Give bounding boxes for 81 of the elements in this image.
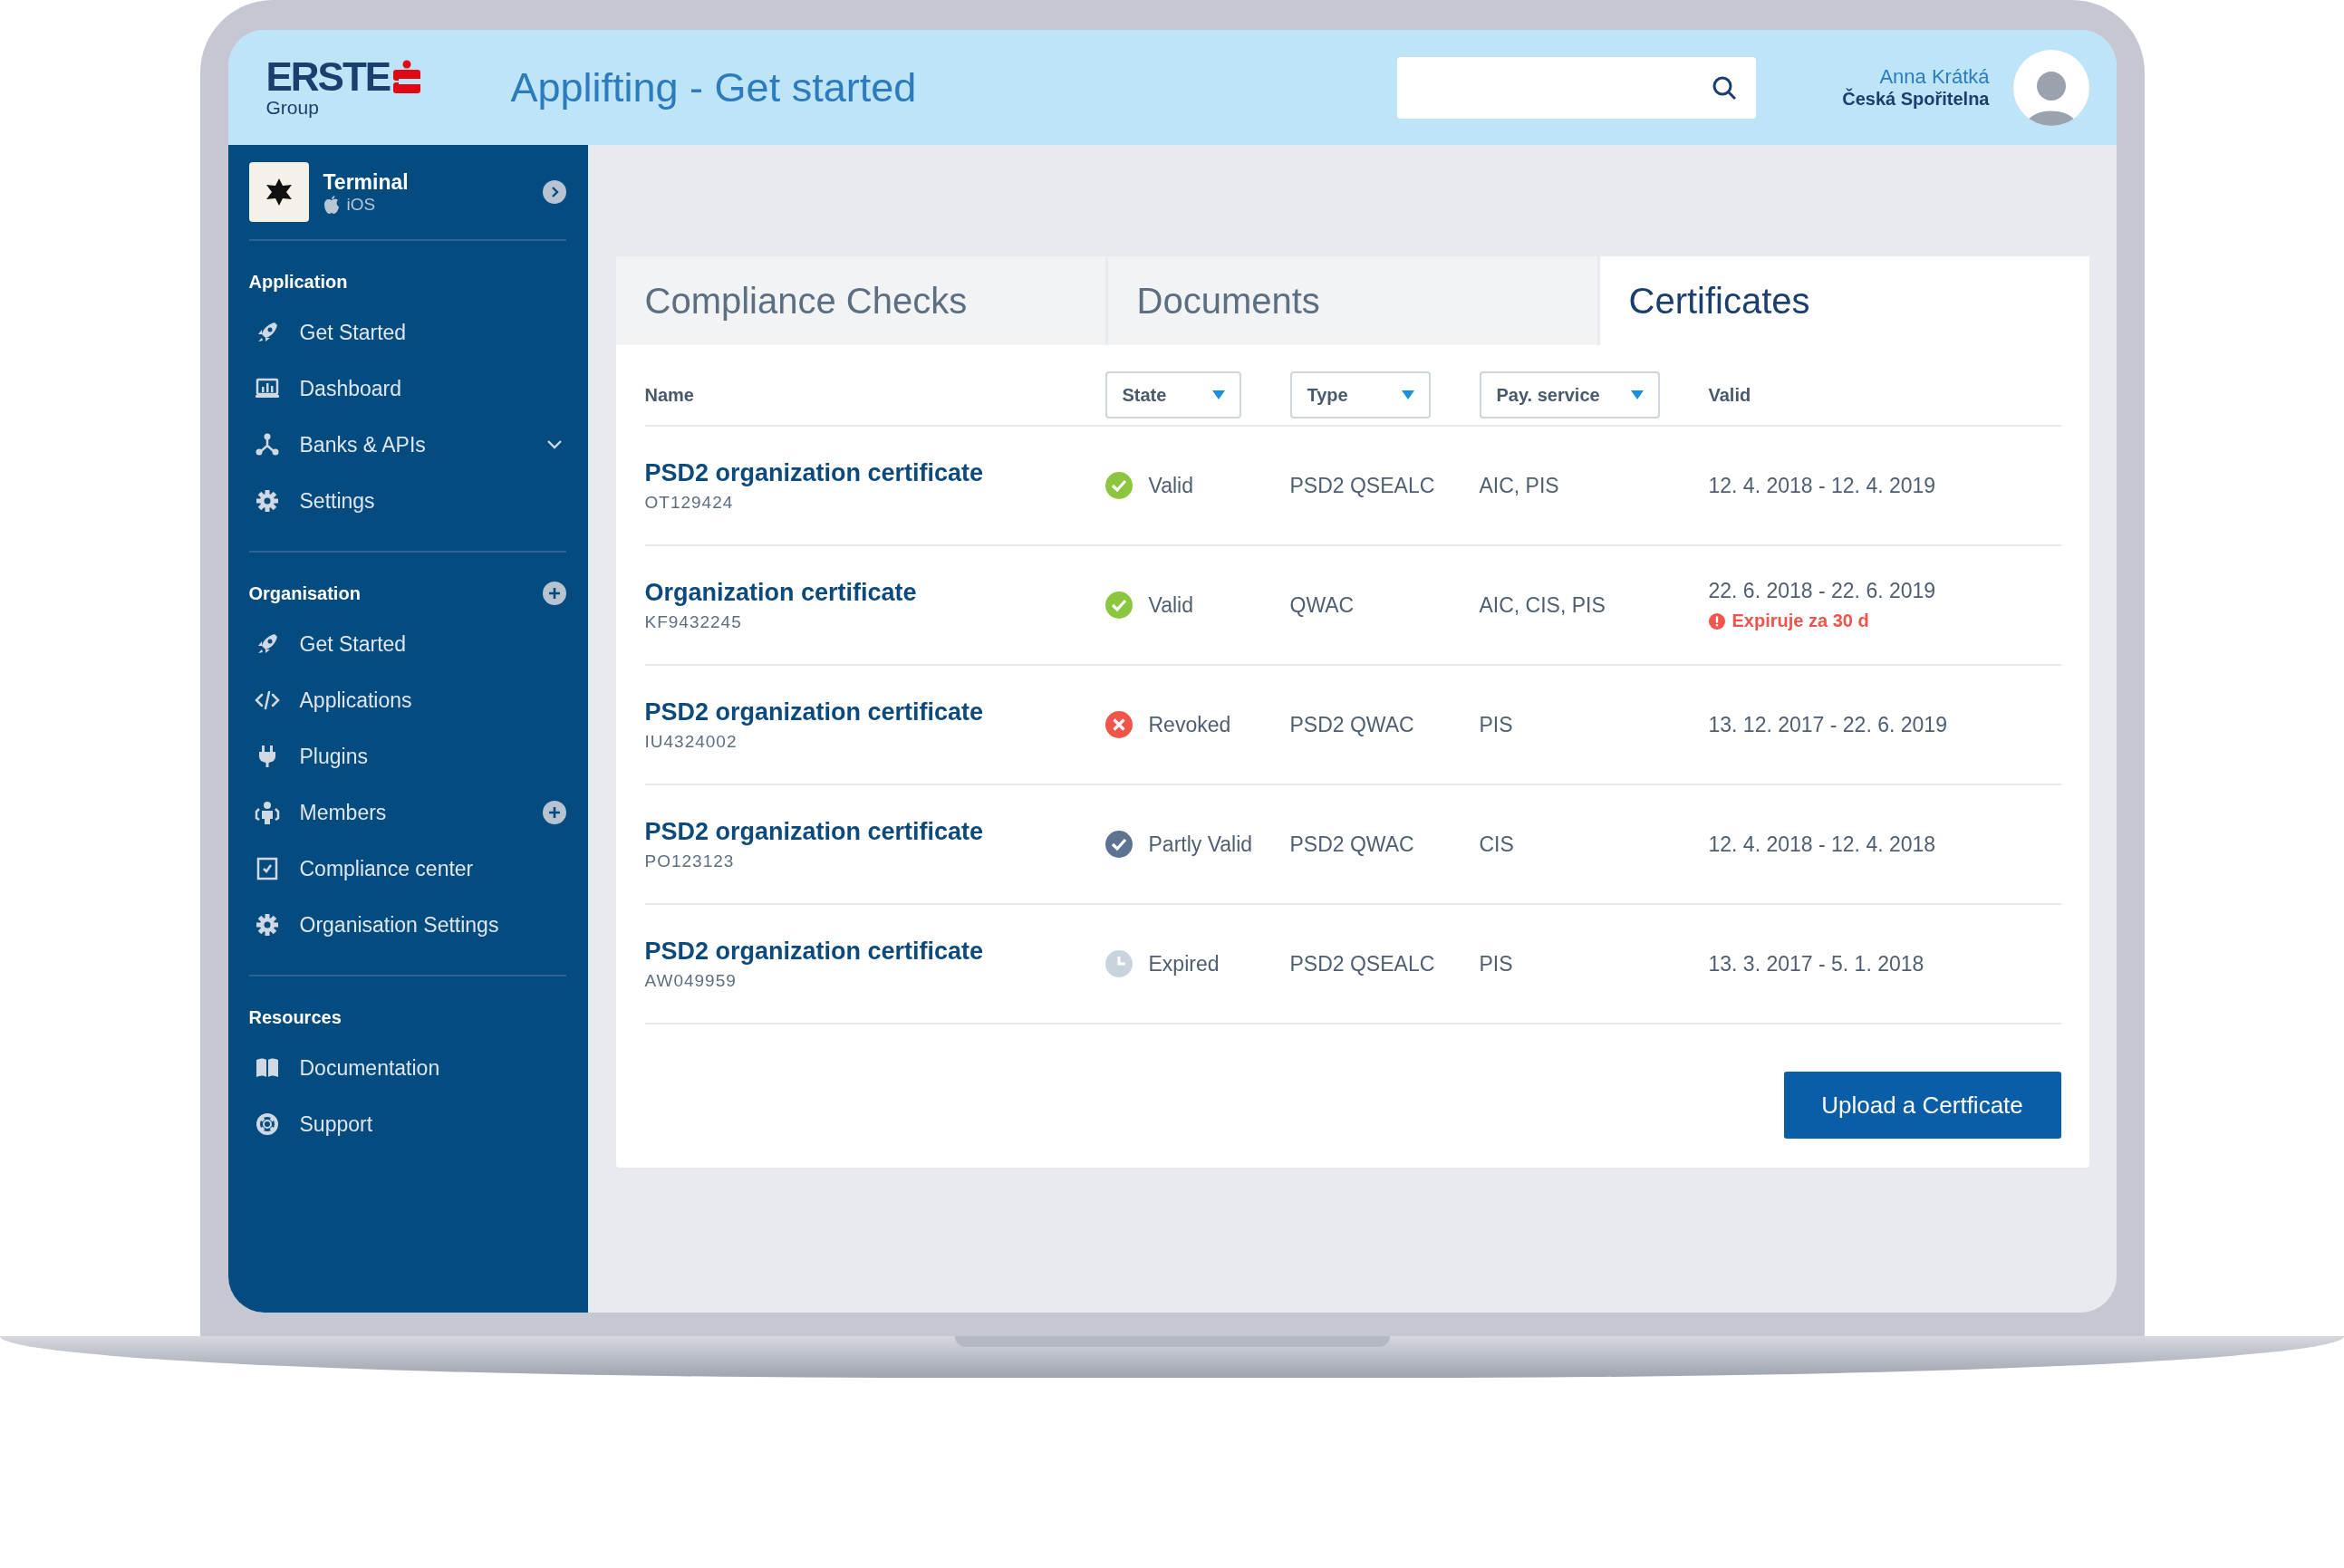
user-name: Anna Krátká — [1879, 65, 1990, 88]
apple-icon — [323, 195, 340, 214]
table-cell: PSD2 QWAC — [1289, 832, 1414, 857]
settings-icon — [254, 912, 280, 938]
nav-item[interactable]: Dashboard — [299, 376, 402, 401]
lifebuoy-icon — [254, 1111, 280, 1137]
filter-dropdown[interactable]: State — [1104, 371, 1241, 418]
plus-icon — [546, 805, 562, 820]
warning-icon — [1708, 612, 1725, 630]
search-field[interactable] — [1397, 56, 1757, 119]
expiry-warning: Expiruje za 30 d — [1731, 611, 1869, 631]
table-cell: 13. 3. 2017 - 5. 1. 2018 — [1708, 951, 1924, 976]
state-label: Valid — [1148, 473, 1193, 498]
table-cell: 13. 12. 2017 - 22. 6. 2019 — [1708, 712, 1947, 737]
table-cell: PIS — [1479, 712, 1513, 737]
add-button[interactable] — [542, 801, 566, 824]
nav-item[interactable]: Plugins — [299, 744, 368, 769]
nav-item[interactable]: Members — [299, 800, 387, 825]
state-label: Revoked — [1148, 712, 1231, 737]
state-label: Expired — [1148, 951, 1220, 976]
table-cell: CIS — [1479, 832, 1514, 857]
filter-dropdown[interactable]: Pay. service — [1479, 371, 1660, 418]
column-header: Valid — [1708, 384, 1751, 406]
certificate-link[interactable]: PSD2 organization certificate — [644, 458, 984, 487]
nav-item[interactable]: Support — [299, 1111, 373, 1137]
nav-item[interactable]: Settings — [299, 488, 375, 514]
nav-item[interactable]: Documentation — [299, 1055, 440, 1081]
table-cell: 12. 4. 2018 - 12. 4. 2018 — [1708, 832, 1936, 857]
table-cell: PSD2 QSEALC — [1289, 951, 1435, 976]
nav-item[interactable]: Organisation Settings — [299, 912, 499, 938]
nav-item[interactable]: Applications — [299, 688, 412, 713]
section-heading: Application — [248, 271, 348, 293]
section-heading: Resources — [248, 1006, 342, 1028]
chevron-icon[interactable] — [545, 439, 563, 450]
page-title: Applifting - Get started — [510, 63, 918, 111]
upload-button[interactable]: Upload a Certficate — [1783, 1072, 2061, 1139]
nodes-icon — [254, 432, 280, 457]
certificate-link[interactable]: PSD2 organization certificate — [644, 817, 984, 846]
certificate-link[interactable]: Organization certificate — [644, 578, 917, 607]
table-cell: PSD2 QWAC — [1289, 712, 1414, 737]
tab[interactable]: Documents — [1107, 256, 1597, 345]
logo-subtitle: Group — [265, 96, 320, 119]
tab[interactable]: Compliance Checks — [615, 256, 1105, 345]
nav-item[interactable]: Banks & APIs — [299, 432, 426, 457]
certificate-id: AW049959 — [644, 970, 737, 991]
logo-text: ERSTE — [265, 56, 391, 97]
tab[interactable]: Certificates — [1599, 256, 2089, 345]
nav-item[interactable]: Compliance center — [299, 856, 474, 881]
nav-item[interactable]: Get Started — [299, 320, 407, 345]
certificate-id: OT129424 — [644, 492, 734, 513]
certificate-link[interactable]: PSD2 organization certificate — [644, 697, 984, 726]
forward-button[interactable] — [542, 180, 566, 204]
state-label: Partly Valid — [1148, 832, 1253, 857]
plus-icon — [546, 586, 562, 601]
certificate-id: PO123123 — [644, 851, 735, 871]
filter-dropdown[interactable]: Type — [1289, 371, 1431, 418]
table-cell: 22. 6. 2018 - 22. 6. 2019 — [1708, 579, 1936, 603]
table-cell: PSD2 QSEALC — [1289, 473, 1435, 498]
app-name: Terminal — [323, 169, 409, 195]
certificate-id: KF9432245 — [644, 611, 742, 632]
table-cell: AIC, CIS, PIS — [1479, 592, 1606, 618]
section-heading: Organisation — [248, 582, 361, 604]
add-button[interactable] — [542, 582, 566, 605]
column-header: Name — [644, 384, 694, 406]
app-logo-icon — [248, 162, 309, 222]
caret-icon — [1211, 390, 1225, 399]
table-cell: AIC, PIS — [1479, 473, 1559, 498]
settings-icon — [254, 488, 280, 514]
certificate-id: IU4324002 — [644, 731, 738, 752]
certificate-link[interactable]: PSD2 organization certificate — [644, 937, 984, 966]
caret-icon — [1630, 390, 1644, 399]
table-cell: 12. 4. 2018 - 12. 4. 2019 — [1708, 473, 1936, 498]
people-icon — [254, 800, 280, 825]
nav-item[interactable]: Get Started — [299, 631, 407, 657]
table-cell: QWAC — [1289, 592, 1355, 618]
table-cell: PIS — [1479, 951, 1513, 976]
logo-emblem-icon — [393, 59, 421, 94]
caret-icon — [1401, 390, 1414, 399]
state-label: Valid — [1148, 592, 1193, 618]
app-platform: iOS — [346, 194, 376, 215]
organisation-name: Česká Spořitelna — [1842, 89, 1990, 110]
